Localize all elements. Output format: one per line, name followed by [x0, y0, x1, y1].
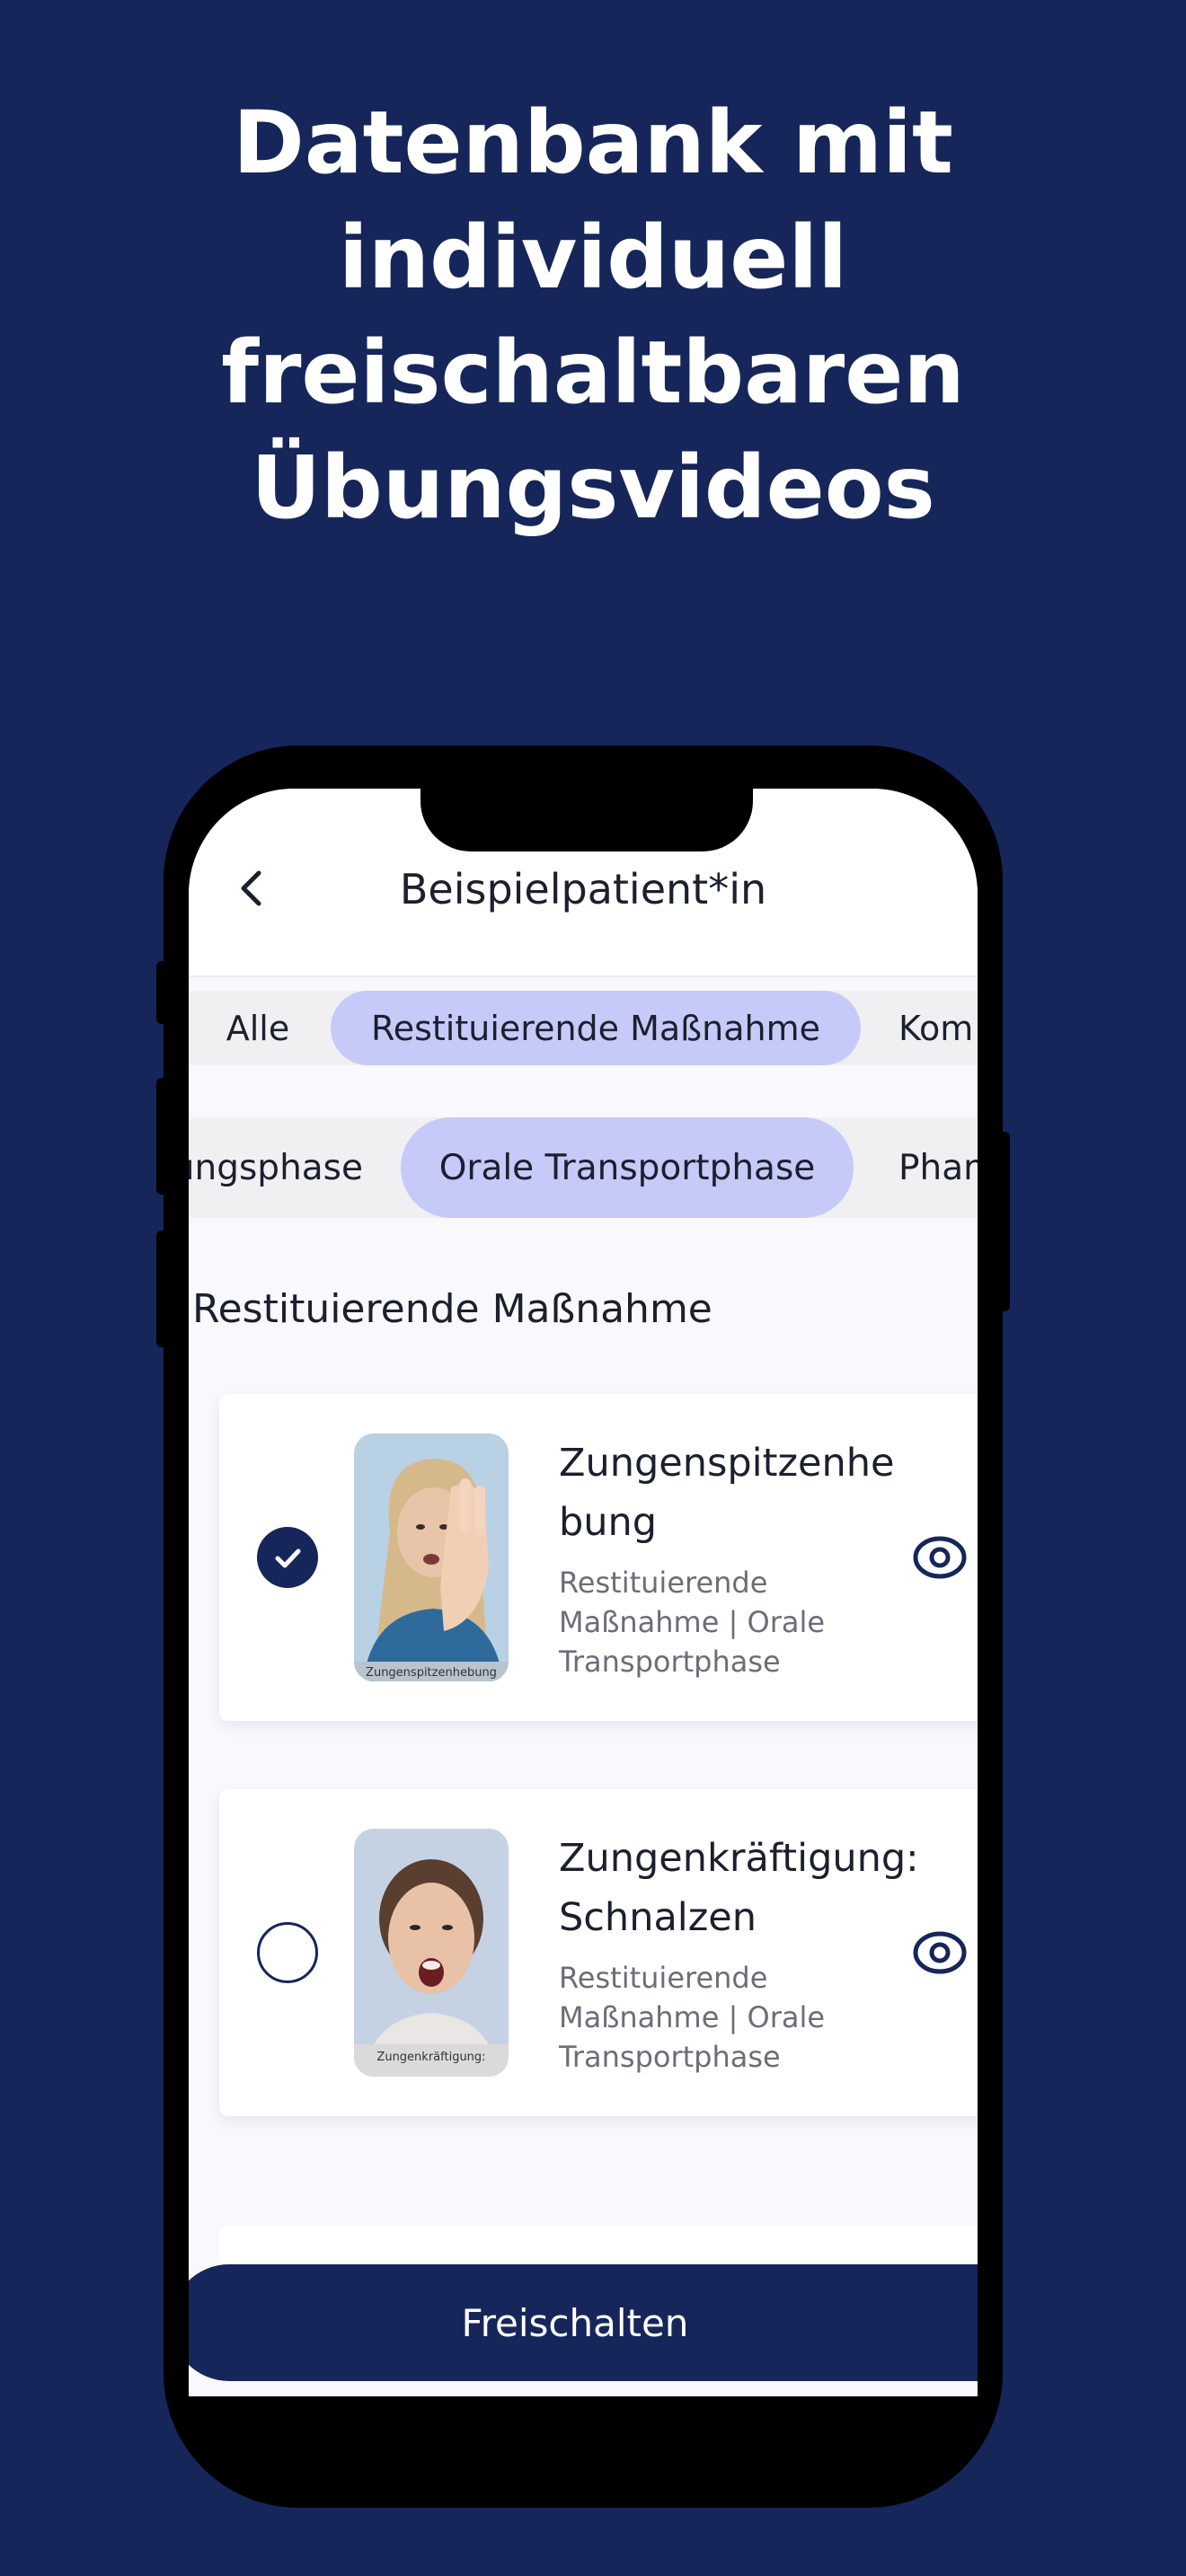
exercise-title: Zungenkräftigung: Schnalzen [559, 1836, 919, 1940]
section-title: Restituierende Maßnahme [192, 1286, 712, 1332]
thumbnail-caption: Zungenspitzenhebung [366, 1666, 497, 1680]
thumbnail-caption: Zungenkräftigung: [376, 2051, 486, 2064]
thumbnail-image [354, 1829, 509, 2077]
selection-checkbox[interactable] [257, 1527, 318, 1588]
headline: Datenbank mit individuell freischaltbare… [0, 85, 1186, 545]
exercise-card[interactable]: Zungenspitzenhebung Zungenspitzenhebung … [219, 1394, 978, 1721]
chip-alle[interactable]: Alle [205, 991, 311, 1065]
phone-notch [420, 789, 753, 851]
eye-icon[interactable] [911, 1924, 969, 1981]
video-thumbnail[interactable]: Zungenkräftigung: [354, 1829, 509, 2077]
exercise-card[interactable]: Zungenkräftigung: Zungenkräftigung: Schn… [219, 1789, 978, 2116]
unlock-button-label: Freischalten [461, 2300, 689, 2345]
unlock-button[interactable]: Freischalten [189, 2264, 978, 2381]
chip-orale-transportphase[interactable]: Orale Transportphase [401, 1117, 854, 1218]
phase-filter-bar: ungsphase Orale Transportphase Phar [189, 1117, 978, 1218]
headline-line-2: individuell [338, 207, 848, 308]
headline-line-4: Übungsvideos [251, 437, 935, 538]
exercise-subtitle: Restituierende Maßnahme | Orale Transpor… [559, 1566, 826, 1679]
chip-kom[interactable]: Kom [898, 991, 978, 1065]
chip-ungsphase[interactable]: ungsphase [189, 1117, 363, 1218]
headline-line-1: Datenbank mit [233, 93, 953, 193]
eye-icon[interactable] [911, 1529, 969, 1586]
page-title: Beispielpatient*in [399, 865, 767, 913]
selection-checkbox[interactable] [257, 1922, 318, 1983]
checkmark-icon [275, 1548, 301, 1568]
exercise-title: Zungenspitzenhebung [559, 1441, 895, 1545]
phone-screen: Beispielpatient*in Alle Restituierende M… [189, 789, 978, 2396]
thumbnail-image [354, 1434, 509, 1681]
headline-line-3: freischaltbaren [221, 322, 965, 423]
chip-restituierende-massnahme[interactable]: Restituierende Maßnahme [331, 991, 861, 1065]
category-filter-bar: Alle Restituierende Maßnahme Kom [189, 991, 978, 1065]
chip-phar[interactable]: Phar [898, 1117, 978, 1218]
video-thumbnail[interactable]: Zungenspitzenhebung [354, 1434, 509, 1681]
phone-frame: Beispielpatient*in Alle Restituierende M… [164, 745, 1003, 2508]
exercise-subtitle: Restituierende Maßnahme | Orale Transpor… [559, 1961, 826, 2074]
